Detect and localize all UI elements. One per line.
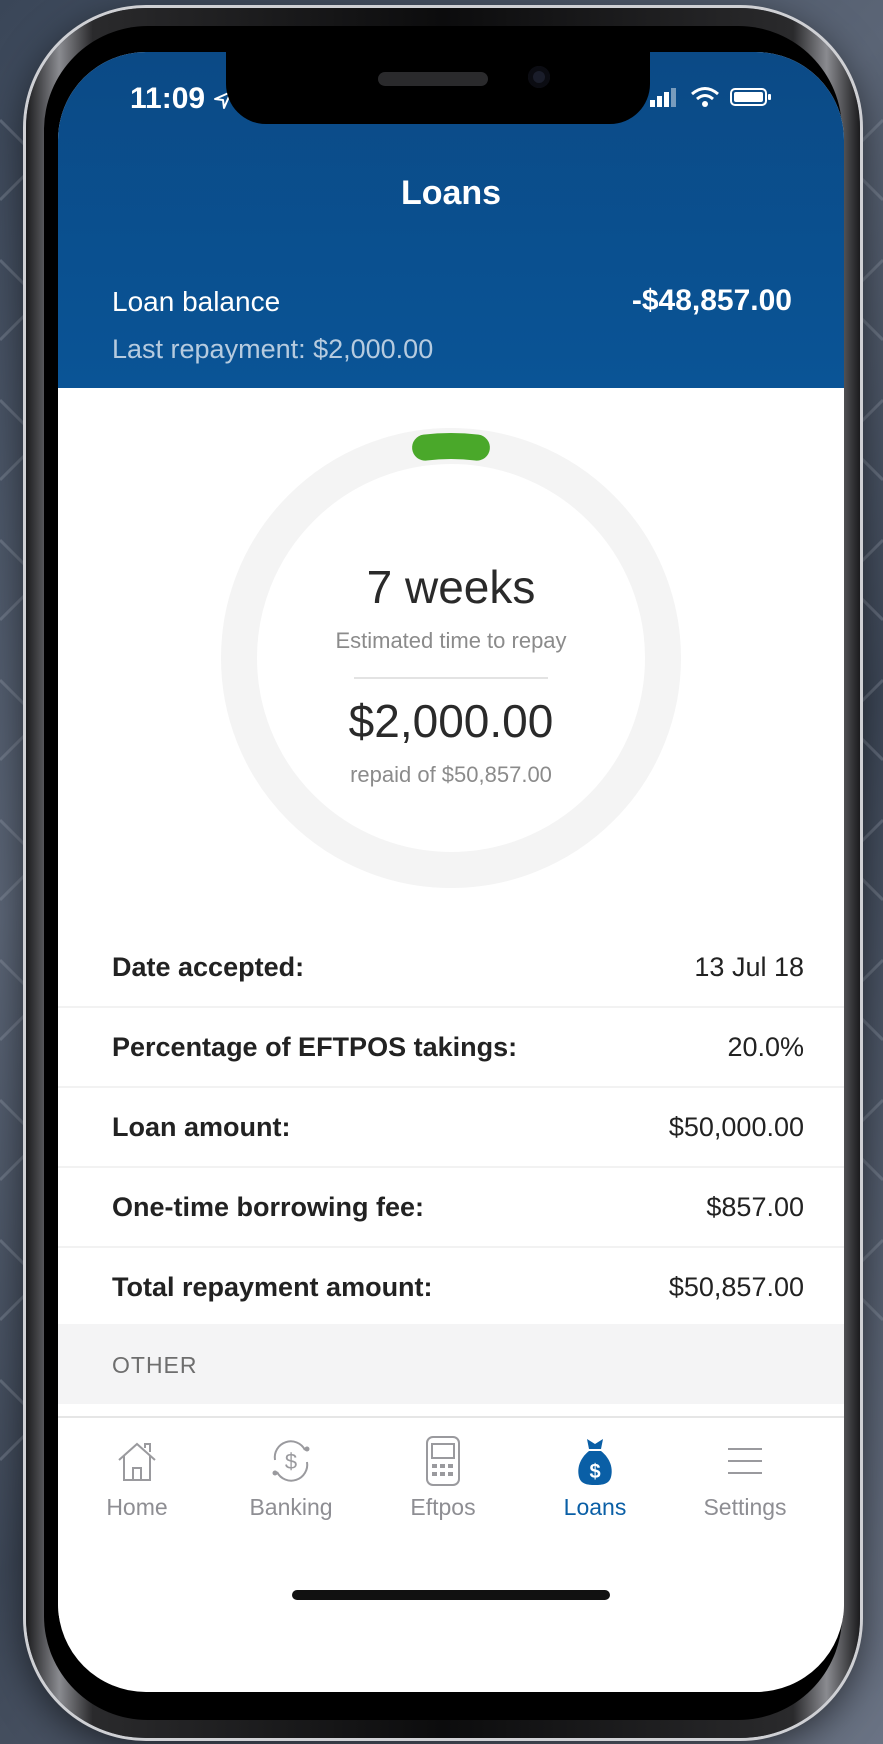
wifi-icon (691, 87, 719, 107)
last-repayment: Last repayment: $2,000.00 (112, 334, 434, 364)
detail-label: Percentage of EFTPOS takings: (112, 1032, 518, 1062)
repaid-amount: $2,000.00 (348, 695, 554, 747)
progress-ring (221, 428, 681, 888)
loan-details: Date accepted: 13 Jul 18 Percentage of E… (58, 928, 844, 1328)
tab-banking[interactable]: $ Banking (226, 1432, 356, 1521)
signal-icon (650, 88, 676, 107)
progress-ring-fill (412, 433, 490, 461)
tab-label: Banking (249, 1494, 333, 1520)
loan-balance-label: Loan balance (112, 286, 281, 317)
detail-row-percentage: Percentage of EFTPOS takings: 20.0% (58, 1008, 844, 1088)
svg-text:$: $ (589, 1461, 600, 1483)
speaker-grille (378, 72, 488, 86)
weeks-remaining: 7 weeks (366, 561, 536, 613)
tab-bar: Home $ Banking Eftpos $ Loans Settings (58, 1416, 844, 1618)
tab-label: Settings (703, 1494, 787, 1520)
tab-label: Eftpos (410, 1494, 476, 1520)
detail-row-loan-amount: Loan amount: $50,000.00 (58, 1088, 844, 1168)
other-section-header: OTHER (58, 1324, 844, 1404)
tab-eftpos[interactable]: Eftpos (378, 1432, 508, 1521)
detail-value: 13 Jul 18 (694, 952, 804, 982)
detail-row-date-accepted: Date accepted: 13 Jul 18 (58, 928, 844, 1008)
banking-icon: $ (272, 1440, 310, 1482)
front-camera (528, 66, 550, 88)
page-title: Loans (400, 174, 502, 212)
battery-icon (730, 88, 771, 106)
detail-value: $857.00 (706, 1192, 804, 1222)
detail-label: Loan amount: (112, 1112, 291, 1142)
status-time-text: 11:09 (130, 82, 206, 115)
weeks-caption: Estimated time to repay (335, 628, 567, 653)
status-icons (650, 86, 772, 108)
notch (226, 52, 650, 124)
phone-screen: 11:09 Loans Loan balance -$48,857.00 Las… (58, 52, 844, 1692)
detail-label: Date accepted: (112, 952, 305, 982)
detail-label: One-time borrowing fee: (112, 1192, 425, 1222)
detail-row-total-repayment: Total repayment amount: $50,857.00 (58, 1248, 844, 1328)
progress-ring-track (221, 428, 681, 888)
repayment-progress: 7 weeks Estimated time to repay $2,000.0… (58, 388, 844, 928)
detail-value: $50,857.00 (668, 1272, 804, 1302)
repaid-caption: repaid of $50,857.00 (350, 762, 552, 787)
tab-label: Home (106, 1494, 168, 1520)
progress-divider (354, 677, 548, 679)
menu-lines-icon (728, 1448, 762, 1474)
tab-loans[interactable]: $ Loans (530, 1432, 660, 1521)
home-indicator[interactable] (292, 1590, 610, 1600)
home-icon (118, 1442, 156, 1481)
tab-label: Loans (563, 1494, 627, 1520)
tab-home[interactable]: Home (72, 1432, 202, 1521)
detail-value: 20.0% (727, 1032, 804, 1062)
svg-text:$: $ (285, 1449, 297, 1474)
money-bag-icon: $ (578, 1439, 612, 1485)
section-label: OTHER (112, 1352, 198, 1378)
status-time: 11:09 (130, 82, 233, 116)
detail-value: $50,000.00 (668, 1112, 804, 1142)
tab-settings[interactable]: Settings (680, 1432, 810, 1521)
eftpos-terminal-icon (426, 1436, 460, 1486)
detail-label: Total repayment amount: (112, 1272, 433, 1302)
loan-balance-value: -$48,857.00 (631, 284, 792, 317)
detail-row-borrowing-fee: One-time borrowing fee: $857.00 (58, 1168, 844, 1248)
